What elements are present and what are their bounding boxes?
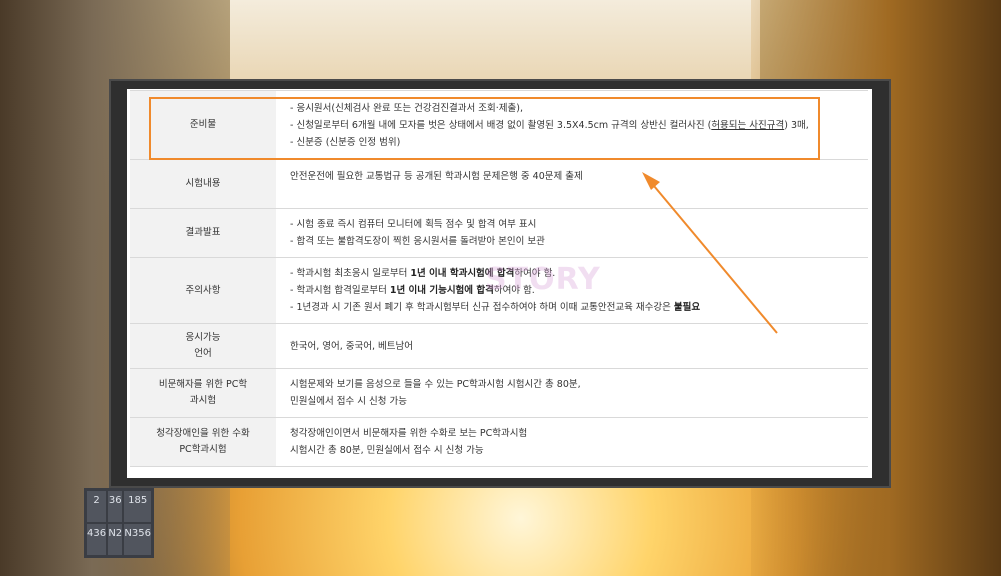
pointer-arrow-icon	[642, 172, 778, 334]
